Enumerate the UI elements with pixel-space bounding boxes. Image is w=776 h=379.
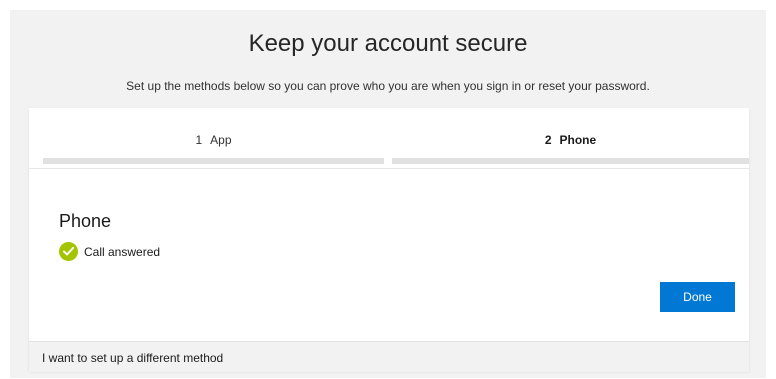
step-number: 1 (195, 133, 203, 147)
setup-panel: Keep your account secure Set up the meth… (10, 10, 766, 378)
step-progress-bar (392, 158, 749, 164)
status-row: Call answered (59, 242, 160, 262)
done-button[interactable]: Done (660, 282, 735, 312)
step-number: 2 (544, 133, 552, 147)
page-title: Keep your account secure (248, 30, 528, 57)
page-subtitle: Set up the methods below so you can prov… (126, 79, 650, 93)
check-circle-icon (59, 242, 78, 261)
step-label: Phone (559, 133, 597, 147)
step-progress-bar (43, 158, 384, 164)
status-text: Call answered (84, 244, 161, 259)
step-phone: 2 Phone (392, 108, 749, 168)
step-label: App (210, 133, 232, 147)
step-app: 1 App (43, 108, 384, 168)
method-section: Phone Call answered (59, 211, 160, 261)
setup-card: 1 App 2 Phone Phone Call answered Done I… (29, 108, 749, 372)
method-title: Phone (59, 211, 112, 231)
different-method-link[interactable]: I want to set up a different method (42, 351, 223, 365)
step-progress: 1 App 2 Phone (29, 108, 749, 169)
footer-bar: I want to set up a different method (29, 341, 749, 372)
